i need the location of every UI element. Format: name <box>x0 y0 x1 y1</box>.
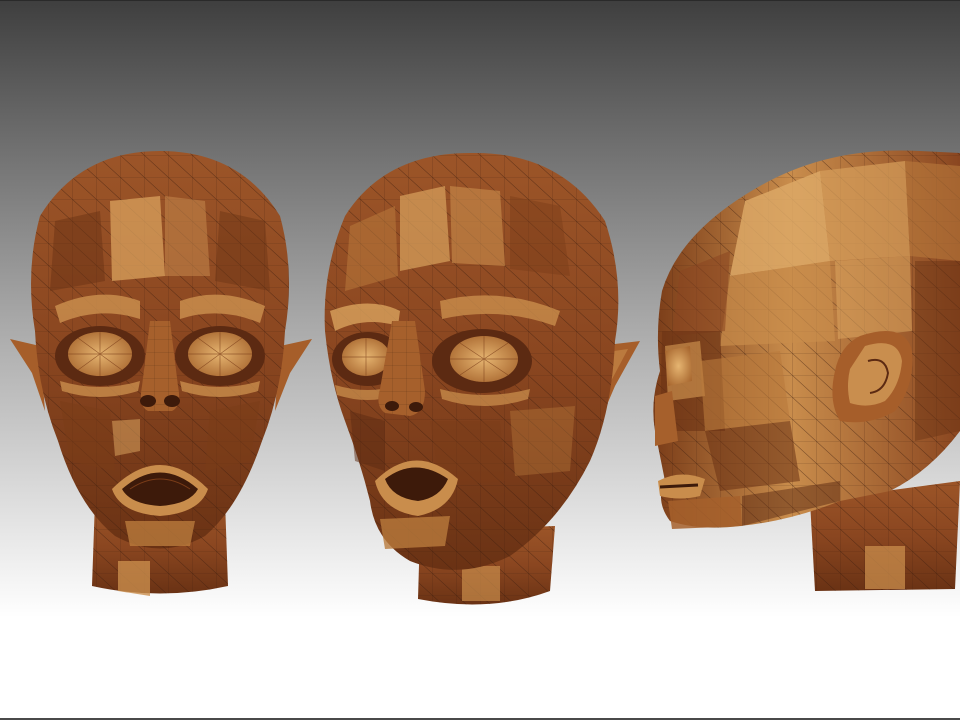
head-three-quarter <box>324 152 640 605</box>
head-three-quarter-icon <box>324 152 640 605</box>
head-side-icon <box>653 150 960 591</box>
head-side <box>653 150 960 591</box>
model-scene <box>10 150 960 605</box>
head-front-icon <box>10 151 312 596</box>
head-front <box>10 151 312 596</box>
viewport[interactable] <box>0 0 960 720</box>
